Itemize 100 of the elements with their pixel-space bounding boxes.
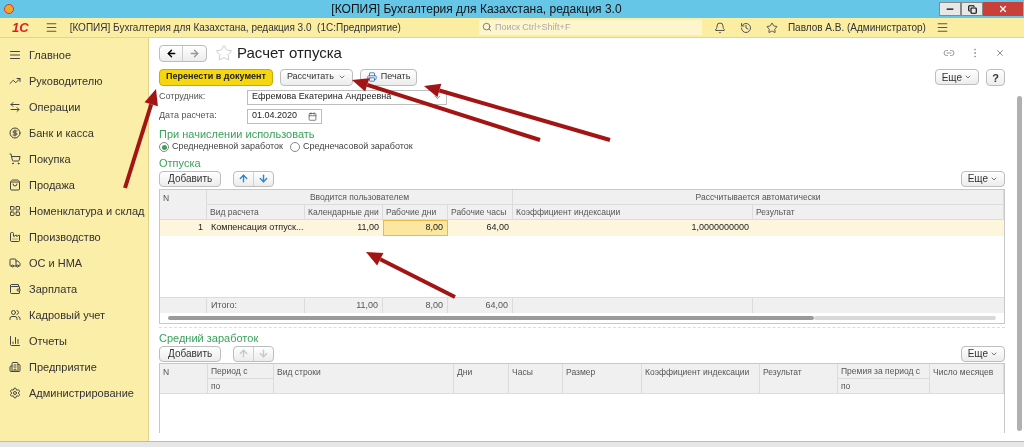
column-header: Результат [760, 364, 838, 394]
restore-button[interactable] [961, 2, 983, 16]
group-label: При начислении использовать [159, 127, 316, 140]
truck-icon [9, 257, 21, 269]
app-icon [4, 4, 14, 14]
sidebar-item[interactable]: Руководителю [0, 68, 148, 94]
arrow-up-icon [238, 348, 250, 359]
column-header: по [208, 379, 274, 394]
caret-icon [337, 73, 346, 81]
more-button[interactable]: Еще [960, 345, 1005, 362]
date-field[interactable]: 01.04.2020 [247, 108, 322, 124]
column-header: Вид строки [274, 364, 454, 394]
star-icon[interactable] [765, 21, 778, 34]
window-title: [КОПИЯ] Бухгалтерия для Казахстана, редакция 3.0 [330, 1, 623, 18]
bar-chart-icon [9, 335, 21, 347]
move-buttons[interactable] [233, 170, 275, 187]
add-button[interactable]: Добавить [159, 170, 222, 187]
list-icon [9, 49, 21, 61]
table-cell[interactable]: 8,00 [383, 220, 448, 236]
back-icon [165, 47, 177, 59]
table-cell[interactable]: 1 [160, 220, 207, 236]
search-field[interactable]: Поиск Ctrl+Shift+F [478, 20, 702, 35]
caret-icon [964, 73, 972, 81]
column-header: Результат [753, 205, 1004, 220]
nav-buttons[interactable] [159, 44, 207, 62]
sidebar-item[interactable]: Продажа [0, 172, 148, 198]
table-cell[interactable]: Компенсация отпуск... [207, 220, 305, 236]
column-header: Коэффициент индексации [513, 205, 753, 220]
calculate-button[interactable]: Рассчитать [279, 68, 353, 86]
column-header: Размер [563, 364, 642, 394]
favorite-star-icon[interactable] [215, 44, 233, 62]
sidebar-item[interactable]: Отчеты [0, 328, 148, 354]
radio-option[interactable]: Среднечасовой заработок [289, 140, 413, 154]
close-icon[interactable] [995, 48, 1005, 58]
people-icon [9, 309, 21, 321]
column-header: N [160, 364, 208, 394]
column-header: Календарные дни [305, 205, 383, 220]
column-header: Премия за период с [838, 364, 930, 379]
column-header: N [160, 190, 207, 220]
radio-option[interactable]: Среднедневной заработок [159, 140, 283, 154]
more-button[interactable]: Еще [960, 170, 1005, 187]
factory-icon [9, 231, 21, 243]
field-label: Дата расчета: [159, 109, 217, 123]
sidebar-item[interactable]: Операции [0, 94, 148, 120]
table-cell[interactable]: 64,00 [448, 220, 513, 236]
column-header: Рабочие дни [383, 205, 448, 220]
sidebar-item[interactable]: Номенклатура и склад [0, 198, 148, 224]
grid-icon [9, 205, 21, 217]
logo: 1С [12, 18, 29, 37]
column-header: Число месяцев [930, 364, 1004, 394]
sidebar-item[interactable]: Банк и касса [0, 120, 148, 146]
arrow-down-icon [258, 348, 270, 359]
calendar-icon [308, 111, 317, 121]
table-cell[interactable]: 11,00 [305, 220, 383, 236]
transfer-button[interactable]: Перенести в документ [159, 68, 273, 86]
column-header: Период с [208, 364, 274, 379]
coin-icon [9, 127, 21, 139]
app-title: [КОПИЯ] Бухгалтерия для Казахстана, редакция 3.0 (1С:Предприятие) [69, 21, 401, 35]
sidebar-item[interactable]: Главное [0, 42, 148, 68]
total-value: 64,00 [448, 298, 513, 313]
column-header: по [838, 379, 930, 394]
link-icon[interactable] [943, 47, 955, 59]
sidebar-item[interactable]: Предприятие [0, 354, 148, 380]
sidebar-item[interactable]: ОС и НМА [0, 250, 148, 276]
menu-icon[interactable] [44, 21, 58, 34]
field-label: Сотрудник: [159, 90, 206, 104]
sidebar-item[interactable]: Администрирование [0, 380, 148, 406]
sidebar-item[interactable]: Покупка [0, 146, 148, 172]
arrow-down-icon [258, 173, 270, 184]
form-title: Расчет отпуска [237, 42, 342, 63]
close-button[interactable] [983, 2, 1023, 16]
minimize-button[interactable] [939, 2, 961, 16]
user-name[interactable]: Павлов А.В. (Администратор) [787, 20, 926, 35]
more-button[interactable]: Еще [934, 69, 979, 85]
total-value: 8,00 [383, 298, 448, 313]
table-cell[interactable]: 1,0000000000 [513, 220, 753, 236]
close-icon [998, 4, 1008, 14]
print-button[interactable]: Печать [359, 68, 418, 86]
sidebar-item[interactable]: Производство [0, 224, 148, 250]
history-icon[interactable] [739, 21, 752, 34]
building-icon [9, 361, 21, 373]
settings-menu-icon[interactable] [935, 21, 949, 34]
section-title: Отпуска [159, 156, 202, 169]
arrow-up-icon [238, 173, 250, 184]
bag-icon [9, 179, 21, 191]
sidebar-item[interactable]: Кадровый учет [0, 302, 148, 328]
table-cell[interactable] [753, 220, 1004, 236]
add-button[interactable]: Добавить [159, 345, 222, 362]
wallet-icon [9, 283, 21, 295]
column-header: Коэффициент индексации [642, 364, 760, 394]
column-header: Вид расчета [207, 205, 305, 220]
printer-icon [366, 72, 377, 82]
help-button[interactable]: ? [986, 68, 1005, 86]
settings-icon [9, 387, 21, 399]
column-header: Рабочие часы [448, 205, 513, 220]
bell-icon[interactable] [713, 21, 726, 34]
sidebar-item[interactable]: Зарплата [0, 276, 148, 302]
exchange-icon [9, 101, 21, 113]
forward-icon [189, 47, 200, 59]
trend-icon [9, 75, 21, 87]
